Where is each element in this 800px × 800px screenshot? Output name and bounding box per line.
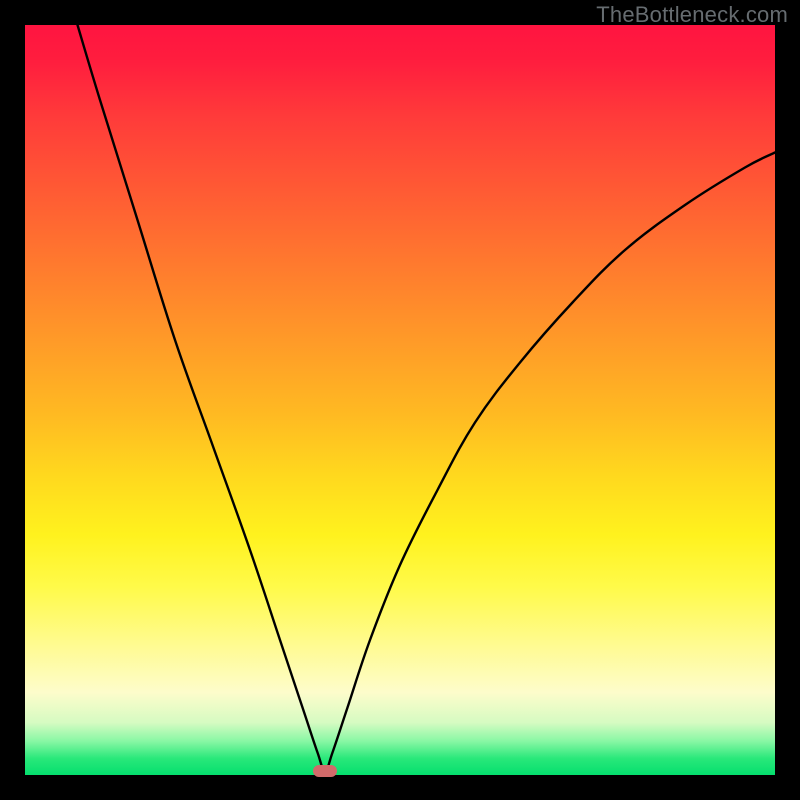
plot-area xyxy=(25,25,775,775)
curve-svg xyxy=(25,25,775,775)
chart-frame: TheBottleneck.com xyxy=(0,0,800,800)
minimum-marker xyxy=(313,765,337,777)
watermark-text: TheBottleneck.com xyxy=(596,2,788,28)
bottleneck-curve xyxy=(78,25,776,771)
